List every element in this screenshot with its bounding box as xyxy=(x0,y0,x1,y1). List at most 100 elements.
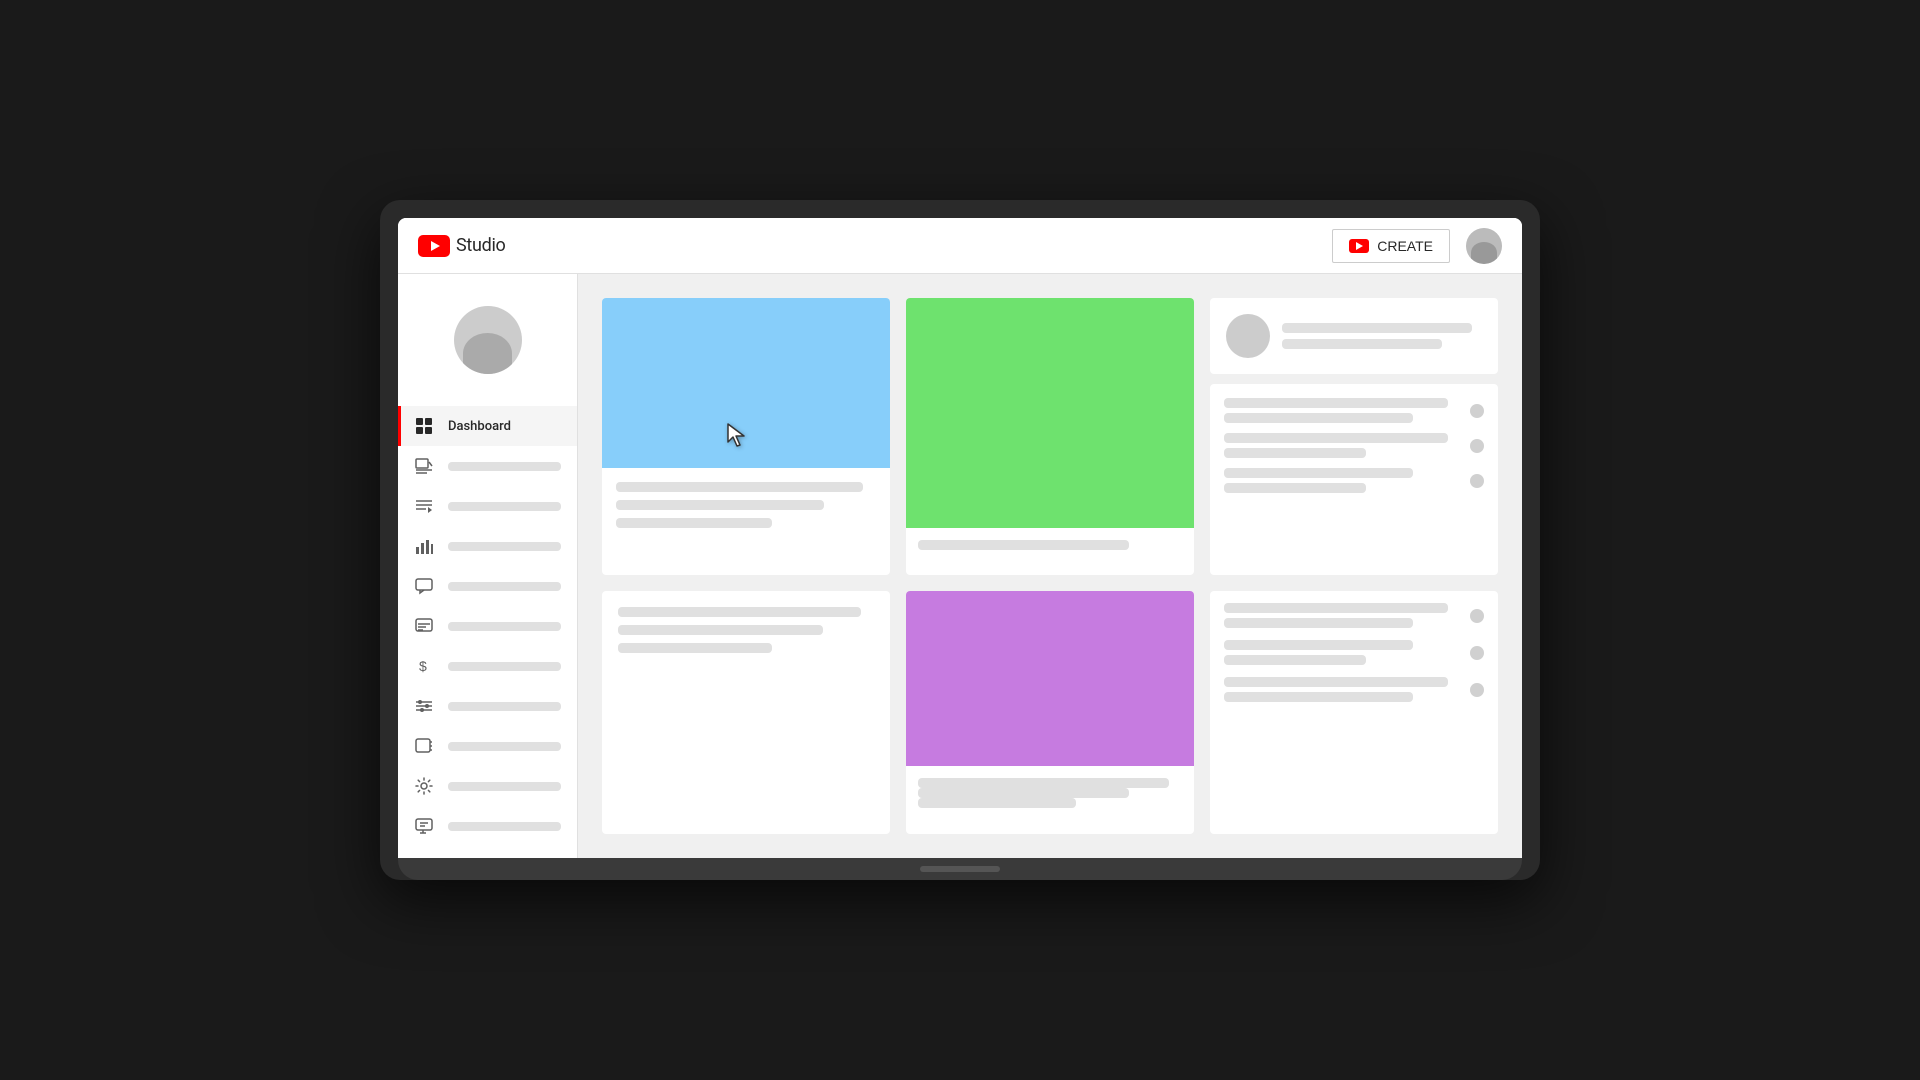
card-6-item-2 xyxy=(1224,640,1484,665)
svg-text:$: $ xyxy=(419,658,427,674)
sidebar-profile xyxy=(398,290,577,398)
sidebar-item-feedback[interactable] xyxy=(398,806,577,846)
app-header: Studio CREATE xyxy=(398,218,1522,274)
create-button-label: CREATE xyxy=(1377,238,1433,254)
sidebar-item-comments[interactable] xyxy=(398,566,577,606)
card-6-lines-3 xyxy=(1224,677,1460,702)
card-channel-line-1 xyxy=(1282,323,1472,333)
sidebar-item-dashboard[interactable]: Dashboard xyxy=(398,406,577,446)
card-6-line-1b xyxy=(1224,618,1413,628)
list-item-circle-2 xyxy=(1470,439,1484,453)
list-item-circle-3 xyxy=(1470,474,1484,488)
avatar-body xyxy=(1471,242,1496,264)
sidebar-playlists-label-ph xyxy=(448,502,561,511)
card-4-lines xyxy=(618,607,874,653)
card-6-line-3a xyxy=(1224,677,1448,687)
sidebar-item-audio-library[interactable] xyxy=(398,726,577,766)
card-4-line-1 xyxy=(618,607,861,617)
list-line-1a xyxy=(1224,398,1448,408)
card-5-line-3 xyxy=(918,798,1076,808)
card-list-items[interactable] xyxy=(1210,384,1498,575)
youtube-icon xyxy=(418,235,450,257)
sidebar-item-analytics[interactable] xyxy=(398,526,577,566)
sidebar-item-settings[interactable] xyxy=(398,766,577,806)
card-6-lines-1 xyxy=(1224,603,1460,628)
list-item-lines-3 xyxy=(1224,468,1460,493)
card-6-circle-3 xyxy=(1470,683,1484,697)
card-channel-line-2 xyxy=(1282,339,1442,349)
content-icon xyxy=(414,456,434,476)
customization-icon xyxy=(414,696,434,716)
card-1-line-2 xyxy=(616,500,824,510)
content-area xyxy=(578,274,1522,858)
card-6-circle-1 xyxy=(1470,609,1484,623)
sidebar-item-customization[interactable] xyxy=(398,686,577,726)
header-left: Studio xyxy=(418,235,506,257)
studio-text: Studio xyxy=(456,235,506,256)
sidebar-item-content[interactable] xyxy=(398,446,577,486)
card-4-line-2 xyxy=(618,625,823,635)
card-6-circle-2 xyxy=(1470,646,1484,660)
sidebar-bottom xyxy=(398,766,577,858)
card-5-line-1 xyxy=(918,778,1169,788)
earn-icon: $ xyxy=(414,656,434,676)
card-blue-thumbnail xyxy=(602,298,890,468)
card-6-line-2a xyxy=(1224,640,1413,650)
youtube-studio-logo[interactable]: Studio xyxy=(418,235,506,257)
list-line-2a xyxy=(1224,433,1448,443)
settings-icon xyxy=(414,776,434,796)
create-video-icon xyxy=(1349,239,1369,253)
create-button[interactable]: CREATE xyxy=(1332,229,1450,263)
sidebar-audio-label-ph xyxy=(448,742,561,751)
list-line-2b xyxy=(1224,448,1366,458)
card-channel-lines xyxy=(1282,323,1482,349)
card-video-green[interactable] xyxy=(906,298,1194,575)
card-5-body xyxy=(906,766,1194,820)
card-channel-info[interactable] xyxy=(1210,298,1498,374)
playlists-icon xyxy=(414,496,434,516)
card-video-purple[interactable] xyxy=(906,591,1194,833)
avatar-placeholder xyxy=(1466,228,1502,264)
card-list-right[interactable] xyxy=(1210,591,1498,833)
card-purple-thumbnail xyxy=(906,591,1194,766)
sidebar-content-label-ph xyxy=(448,462,561,471)
card-2-body xyxy=(906,528,1194,562)
sidebar-nav: Dashboard xyxy=(398,406,577,766)
list-line-1b xyxy=(1224,413,1413,423)
account-avatar-button[interactable] xyxy=(1466,228,1502,264)
sidebar-subtitles-label-ph xyxy=(448,622,561,631)
list-item-2 xyxy=(1224,433,1484,458)
dashboard-icon xyxy=(414,416,434,436)
card-6-line-2b xyxy=(1224,655,1366,665)
sidebar-analytics-label-ph xyxy=(448,542,561,551)
card-green-thumbnail xyxy=(906,298,1194,528)
sidebar-dashboard-label: Dashboard xyxy=(448,419,561,434)
main-layout: Dashboard xyxy=(398,274,1522,858)
card-6-line-3b xyxy=(1224,692,1413,702)
list-line-3b xyxy=(1224,483,1366,493)
audio-library-icon xyxy=(414,736,434,756)
list-item-circle-1 xyxy=(1470,404,1484,418)
card-text-left[interactable] xyxy=(602,591,890,833)
sidebar-customization-label-ph xyxy=(448,702,561,711)
card-channel-avatar xyxy=(1226,314,1270,358)
card-1-line-3 xyxy=(616,518,772,528)
list-item xyxy=(1224,398,1484,423)
sidebar: Dashboard xyxy=(398,274,578,858)
card-1-line-1 xyxy=(616,482,863,492)
sidebar-item-playlists[interactable] xyxy=(398,486,577,526)
feedback-icon xyxy=(414,816,434,836)
card-video-blue[interactable] xyxy=(602,298,890,575)
sidebar-item-earn[interactable]: $ xyxy=(398,646,577,686)
card-6-item-3 xyxy=(1224,677,1484,702)
comments-icon xyxy=(414,576,434,596)
sidebar-item-subtitles[interactable] xyxy=(398,606,577,646)
list-line-3a xyxy=(1224,468,1413,478)
sidebar-feedback-label-ph xyxy=(448,822,561,831)
sidebar-comments-label-ph xyxy=(448,582,561,591)
header-right: CREATE xyxy=(1332,228,1502,264)
card-1-body xyxy=(602,468,890,542)
channel-avatar[interactable] xyxy=(454,306,522,374)
channel-avatar-placeholder xyxy=(463,333,512,374)
laptop-notch xyxy=(920,866,1000,872)
